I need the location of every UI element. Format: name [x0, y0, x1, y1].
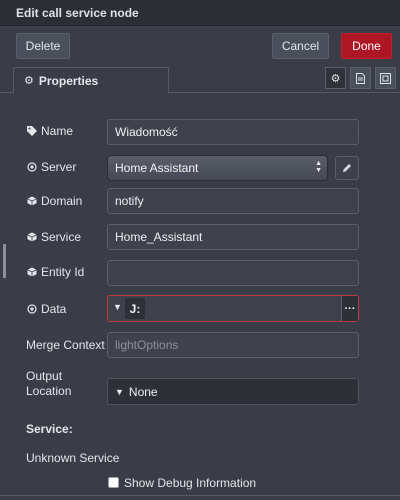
settings-tab-button[interactable]: ⚙ — [325, 67, 346, 89]
pencil-icon — [343, 164, 351, 172]
merge-context-input[interactable]: lightOptions — [107, 332, 359, 358]
tab-properties-label: Properties — [38, 73, 99, 88]
done-button[interactable]: Done — [341, 33, 392, 59]
name-label: Name — [26, 124, 73, 138]
select-arrows-icon: ▲ ▼ — [315, 160, 322, 174]
output-location-label: Output Location — [26, 369, 72, 398]
bottom-divider — [0, 495, 400, 500]
entity-id-input[interactable] — [107, 260, 359, 286]
caret-down-icon[interactable]: ▼ — [113, 302, 122, 312]
appearance-tab-button[interactable] — [375, 67, 396, 89]
dot-circle-icon — [26, 162, 37, 172]
dot-circle-icon — [26, 304, 37, 314]
edit-server-button[interactable] — [335, 156, 359, 180]
expand-editor-button[interactable]: ··· — [341, 296, 358, 321]
tab-properties[interactable]: ⚙ Properties — [13, 67, 169, 94]
server-select[interactable]: Home Assistant ▲ ▼ — [107, 155, 328, 181]
tag-icon — [26, 126, 37, 136]
data-label: Data — [26, 302, 66, 316]
cube-icon — [26, 267, 37, 277]
cube-icon — [26, 232, 37, 242]
gear-icon: ⚙ — [330, 72, 341, 85]
service-description: Unknown Service — [26, 451, 120, 465]
tab-bar: ⚙ Properties ⚙ — [0, 65, 400, 94]
resize-handle[interactable] — [3, 244, 6, 278]
data-typed-input[interactable]: ▼ J: ··· — [107, 295, 359, 322]
delete-button[interactable]: Delete — [16, 33, 70, 59]
description-tab-button[interactable] — [350, 67, 371, 89]
dialog-title: Edit call service node — [0, 0, 400, 26]
name-input[interactable]: Wiadomość — [107, 119, 359, 145]
frame-icon — [380, 72, 391, 84]
cube-icon — [26, 196, 37, 206]
entity-id-label: Entity Id — [26, 265, 84, 279]
debug-checkbox[interactable] — [108, 477, 119, 488]
server-label: Server — [26, 160, 76, 174]
domain-input[interactable]: notify — [107, 188, 359, 214]
domain-label: Domain — [26, 194, 82, 208]
debug-checkbox-label[interactable]: Show Debug Information — [124, 476, 256, 490]
merge-context-label: Merge Context — [26, 338, 105, 352]
caret-down-icon: ▼ — [115, 386, 124, 397]
json-type-badge[interactable]: J: — [125, 298, 145, 319]
output-location-select[interactable]: ▼ None — [107, 378, 359, 405]
service-heading: Service: — [26, 422, 73, 436]
cancel-button[interactable]: Cancel — [272, 33, 329, 59]
service-input[interactable]: Home_Assistant — [107, 224, 359, 250]
gear-icon: ⚙ — [24, 75, 34, 87]
service-label: Service — [26, 230, 81, 244]
document-icon — [356, 72, 365, 84]
